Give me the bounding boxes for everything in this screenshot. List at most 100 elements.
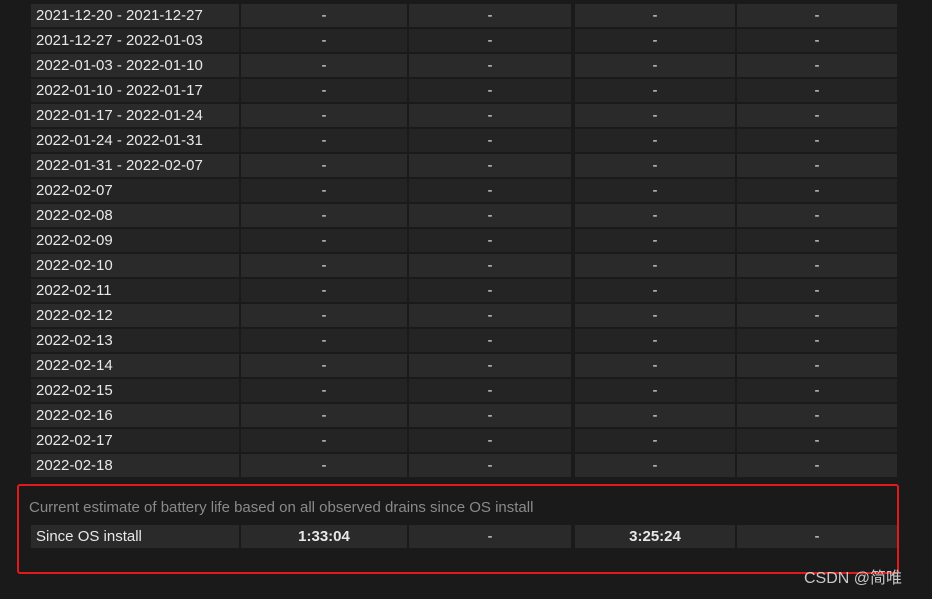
full-charge-active-value: -: [241, 179, 407, 202]
design-capacity-standby-value: -: [737, 354, 897, 377]
full-charge-active-value: -: [241, 204, 407, 227]
full-charge-active-value: -: [241, 79, 407, 102]
full-charge-active-value: -: [241, 329, 407, 352]
row-label: 2022-02-16: [31, 404, 239, 427]
design-capacity-standby-value: -: [737, 129, 897, 152]
full-charge-standby-value: -: [409, 204, 571, 227]
design-capacity-active-value: -: [575, 154, 735, 177]
full-charge-active-value: -: [241, 129, 407, 152]
row-label: 2022-01-10 - 2022-01-17: [31, 79, 239, 102]
table-row: 2022-02-09- - - -: [31, 229, 897, 254]
full-charge-active-value: -: [241, 404, 407, 427]
table-row: 2022-02-08- - - -: [31, 204, 897, 229]
table-row: 2021-12-20 - 2021-12-27- - - -: [31, 4, 897, 29]
design-capacity-active-value: -: [575, 329, 735, 352]
full-charge-standby-value: -: [409, 454, 571, 477]
full-charge-active-value: -: [241, 154, 407, 177]
row-label: 2022-02-18: [31, 454, 239, 477]
design-capacity-active-value: -: [575, 79, 735, 102]
row-label: 2022-02-13: [31, 329, 239, 352]
design-capacity-active-value: -: [575, 354, 735, 377]
design-capacity-standby-value: -: [737, 4, 897, 27]
design-capacity-standby-value: -: [737, 304, 897, 327]
full-charge-active-value: -: [241, 379, 407, 402]
row-label: 2021-12-27 - 2022-01-03: [31, 29, 239, 52]
table-row: 2022-01-10 - 2022-01-17- - - -: [31, 79, 897, 104]
design-capacity-standby-value: -: [737, 404, 897, 427]
design-capacity-standby-value: -: [737, 29, 897, 52]
estimate-caption: Current estimate of battery life based o…: [29, 499, 534, 516]
full-charge-standby-value: -: [409, 304, 571, 327]
table-row: 2022-02-10- - - -: [31, 254, 897, 279]
full-charge-active-value: -: [241, 354, 407, 377]
design-capacity-standby-value: -: [737, 525, 897, 548]
design-capacity-active-value: -: [575, 379, 735, 402]
table-row: 2022-01-24 - 2022-01-31- - - -: [31, 129, 897, 154]
full-charge-active-value: -: [241, 229, 407, 252]
full-charge-standby-value: -: [409, 525, 571, 548]
design-capacity-active-value: -: [575, 129, 735, 152]
table-row: 2022-02-12- - - -: [31, 304, 897, 329]
table-row: 2022-02-15- - - -: [31, 379, 897, 404]
row-label: 2021-12-20 - 2021-12-27: [31, 4, 239, 27]
full-charge-active-value: -: [241, 454, 407, 477]
full-charge-active-value: -: [241, 429, 407, 452]
row-label: 2022-02-10: [31, 254, 239, 277]
design-capacity-active-value: -: [575, 104, 735, 127]
row-label: 2022-02-08: [31, 204, 239, 227]
full-charge-standby-value: -: [409, 254, 571, 277]
design-capacity-standby-value: -: [737, 254, 897, 277]
table-row: 2022-02-13- - - -: [31, 329, 897, 354]
full-charge-standby-value: -: [409, 429, 571, 452]
design-capacity-standby-value: -: [737, 279, 897, 302]
design-capacity-active-value: -: [575, 54, 735, 77]
design-capacity-standby-value: -: [737, 154, 897, 177]
full-charge-standby-value: -: [409, 154, 571, 177]
full-charge-active-value: -: [241, 104, 407, 127]
design-capacity-standby-value: -: [737, 204, 897, 227]
design-capacity-active-value: -: [575, 404, 735, 427]
row-label: 2022-01-03 - 2022-01-10: [31, 54, 239, 77]
full-charge-active-value: 1:33:04: [241, 525, 407, 548]
design-capacity-standby-value: -: [737, 229, 897, 252]
full-charge-standby-value: -: [409, 379, 571, 402]
design-capacity-active-value: -: [575, 29, 735, 52]
design-capacity-active-value: -: [575, 254, 735, 277]
design-capacity-active-value: -: [575, 454, 735, 477]
design-capacity-standby-value: -: [737, 329, 897, 352]
design-capacity-standby-value: -: [737, 104, 897, 127]
table-row: 2022-02-11- - - -: [31, 279, 897, 304]
full-charge-standby-value: -: [409, 179, 571, 202]
full-charge-standby-value: -: [409, 354, 571, 377]
design-capacity-standby-value: -: [737, 179, 897, 202]
full-charge-standby-value: -: [409, 104, 571, 127]
full-charge-active-value: -: [241, 54, 407, 77]
full-charge-standby-value: -: [409, 229, 571, 252]
table-row: 2022-01-03 - 2022-01-10- - - -: [31, 54, 897, 79]
table-row: 2022-01-31 - 2022-02-07- - - -: [31, 154, 897, 179]
full-charge-active-value: -: [241, 279, 407, 302]
row-label: 2022-02-09: [31, 229, 239, 252]
row-label: 2022-01-24 - 2022-01-31: [31, 129, 239, 152]
table-row: 2022-02-16- - - -: [31, 404, 897, 429]
row-label: 2022-02-07: [31, 179, 239, 202]
design-capacity-standby-value: -: [737, 454, 897, 477]
design-capacity-active-value: -: [575, 4, 735, 27]
table-row: 2022-02-07- - - -: [31, 179, 897, 204]
table-row: 2022-02-18- - - -: [31, 454, 897, 479]
full-charge-standby-value: -: [409, 29, 571, 52]
row-label: 2022-02-12: [31, 304, 239, 327]
design-capacity-standby-value: -: [737, 429, 897, 452]
design-capacity-active-value: -: [575, 304, 735, 327]
full-charge-standby-value: -: [409, 404, 571, 427]
row-label: 2022-01-17 - 2022-01-24: [31, 104, 239, 127]
full-charge-standby-value: -: [409, 54, 571, 77]
table-row: 2022-02-14- - - -: [31, 354, 897, 379]
row-label: 2022-02-15: [31, 379, 239, 402]
design-capacity-standby-value: -: [737, 379, 897, 402]
full-charge-standby-value: -: [409, 4, 571, 27]
table-row: 2022-01-17 - 2022-01-24- - - -: [31, 104, 897, 129]
row-label: 2022-02-11: [31, 279, 239, 302]
full-charge-standby-value: -: [409, 79, 571, 102]
design-capacity-active-value: -: [575, 279, 735, 302]
